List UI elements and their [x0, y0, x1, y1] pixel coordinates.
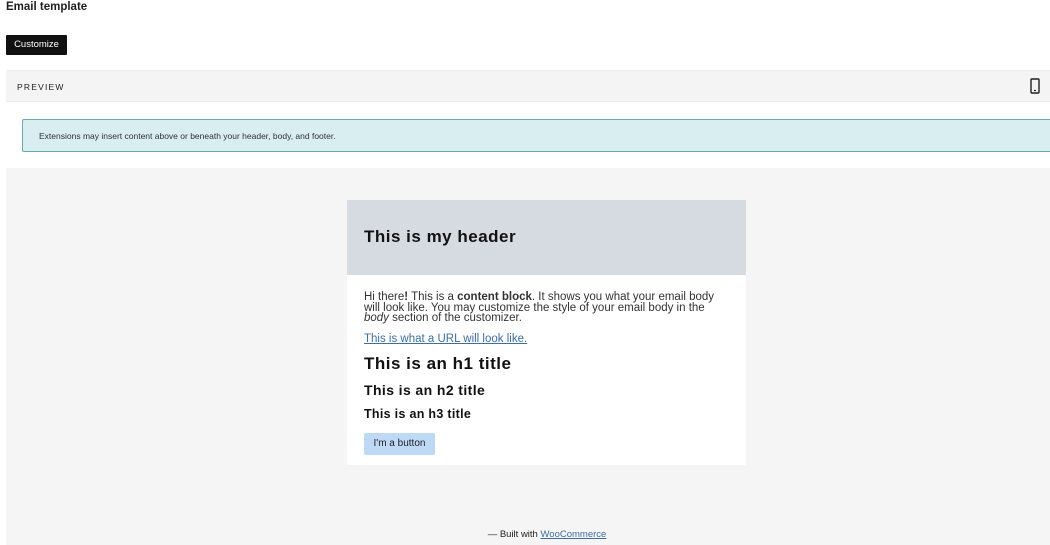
- body-paragraph: Hi there! This is a content block. It sh…: [364, 291, 732, 324]
- h2-title: This is an h2 title: [364, 382, 486, 398]
- notice-text: Extensions may insert content above or b…: [39, 131, 336, 141]
- h3-title: This is an h3 title: [364, 407, 472, 421]
- h1-title: This is an h1 title: [364, 354, 512, 373]
- mobile-device-icon[interactable]: [1028, 78, 1042, 94]
- email-body: Hi there! This is a content block. It sh…: [364, 291, 732, 324]
- body-text-3: section of the customizer.: [388, 312, 522, 324]
- page-title: Email template: [6, 1, 88, 13]
- sample-url-link[interactable]: This is what a URL will look like.: [364, 333, 527, 345]
- email-header-title: This is my header: [364, 227, 517, 246]
- body-italic-text: body: [364, 312, 389, 324]
- email-preview-canvas: This is my header Hi there! This is a co…: [6, 168, 1050, 545]
- email-container: This is my header Hi there! This is a co…: [347, 200, 746, 465]
- footer-text: — Built with: [487, 529, 541, 540]
- email-header: This is my header: [347, 200, 746, 275]
- info-notice: Extensions may insert content above or b…: [22, 119, 1050, 152]
- preview-bar: PREVIEW: [6, 70, 1050, 102]
- preview-label: PREVIEW: [17, 82, 65, 92]
- woocommerce-link[interactable]: WooCommerce: [540, 529, 606, 540]
- customize-button[interactable]: Customize: [6, 35, 67, 55]
- email-footer: — Built with WooCommerce: [6, 529, 1050, 540]
- sample-button[interactable]: I'm a button: [364, 433, 435, 455]
